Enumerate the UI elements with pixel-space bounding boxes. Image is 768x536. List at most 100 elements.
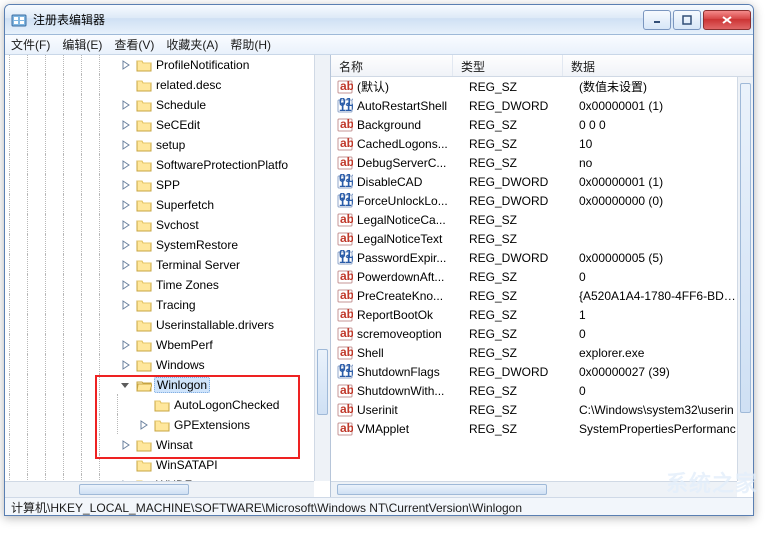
menu-help[interactable]: 帮助(H) bbox=[230, 36, 271, 53]
list-row[interactable]: Userinit REG_SZ C:\Windows\system32\user… bbox=[331, 400, 737, 419]
list-scroll-thumb-h[interactable] bbox=[337, 484, 547, 495]
tree-item[interactable]: Tracing bbox=[9, 295, 310, 315]
maximize-button[interactable] bbox=[673, 10, 701, 30]
value-name: VMApplet bbox=[357, 422, 469, 436]
tree-item[interactable]: related.desc bbox=[9, 75, 310, 95]
list-row[interactable]: AutoRestartShell REG_DWORD 0x00000001 (1… bbox=[331, 96, 737, 115]
tree-item-label: AutoLogonChecked bbox=[172, 398, 281, 412]
tree-item[interactable]: Time Zones bbox=[9, 275, 310, 295]
list-row[interactable]: DisableCAD REG_DWORD 0x00000001 (1) bbox=[331, 172, 737, 191]
list-row[interactable]: VMApplet REG_SZ SystemPropertiesPerforma… bbox=[331, 419, 737, 438]
menu-edit[interactable]: 编辑(E) bbox=[62, 36, 102, 53]
expander-icon[interactable] bbox=[120, 260, 131, 271]
list-row[interactable]: (默认) REG_SZ (数值未设置) bbox=[331, 77, 737, 96]
list-row[interactable]: CachedLogons... REG_SZ 10 bbox=[331, 134, 737, 153]
expander-icon[interactable] bbox=[120, 220, 131, 231]
list-body[interactable]: (默认) REG_SZ (数值未设置) AutoRestartShell REG… bbox=[331, 77, 737, 481]
value-type: REG_DWORD bbox=[469, 99, 579, 113]
tree-item[interactable]: WinSATAPI bbox=[9, 455, 310, 475]
value-data: 0 0 0 bbox=[579, 118, 737, 132]
titlebar[interactable]: 注册表编辑器 bbox=[5, 5, 753, 35]
tree-item[interactable]: Schedule bbox=[9, 95, 310, 115]
list-row[interactable]: PowerdownAft... REG_SZ 0 bbox=[331, 267, 737, 286]
list-row[interactable]: Shell REG_SZ explorer.exe bbox=[331, 343, 737, 362]
expander-icon[interactable] bbox=[120, 360, 131, 371]
expander-icon[interactable] bbox=[120, 140, 131, 151]
string-value-icon bbox=[337, 345, 353, 361]
tree-item[interactable]: ProfileNotification bbox=[9, 55, 310, 75]
expander-icon[interactable] bbox=[120, 180, 131, 191]
list-row[interactable]: scremoveoption REG_SZ 0 bbox=[331, 324, 737, 343]
folder-icon bbox=[136, 277, 152, 293]
column-type[interactable]: 类型 bbox=[453, 55, 563, 76]
tree[interactable]: ProfileNotification related.desc Schedul… bbox=[5, 55, 314, 481]
menu-file[interactable]: 文件(F) bbox=[11, 36, 50, 53]
column-data[interactable]: 数据 bbox=[563, 55, 753, 76]
tree-scroll-thumb-v[interactable] bbox=[317, 349, 328, 415]
list-row[interactable]: ShutdownWith... REG_SZ 0 bbox=[331, 381, 737, 400]
list-row[interactable]: LegalNoticeCa... REG_SZ bbox=[331, 210, 737, 229]
list-row[interactable]: DebugServerC... REG_SZ no bbox=[331, 153, 737, 172]
expander-icon[interactable] bbox=[120, 100, 131, 111]
tree-item[interactable]: AutoLogonChecked bbox=[9, 395, 310, 415]
tree-item[interactable]: SPP bbox=[9, 175, 310, 195]
tree-item-label: Schedule bbox=[154, 98, 208, 112]
value-type: REG_SZ bbox=[469, 232, 579, 246]
tree-item-label: Svchost bbox=[154, 218, 201, 232]
expander-icon[interactable] bbox=[138, 420, 149, 431]
expander-icon[interactable] bbox=[120, 240, 131, 251]
value-data: 0x00000001 (1) bbox=[579, 175, 737, 189]
string-value-icon bbox=[337, 117, 353, 133]
list-row[interactable]: LegalNoticeText REG_SZ bbox=[331, 229, 737, 248]
expander-icon[interactable] bbox=[120, 380, 131, 391]
list-row[interactable]: ForceUnlockLo... REG_DWORD 0x00000000 (0… bbox=[331, 191, 737, 210]
expander-icon bbox=[138, 400, 149, 411]
tree-item[interactable]: SoftwareProtectionPlatfo bbox=[9, 155, 310, 175]
value-data: 0x00000001 (1) bbox=[579, 99, 737, 113]
list-row[interactable]: PasswordExpir... REG_DWORD 0x00000005 (5… bbox=[331, 248, 737, 267]
string-value-icon bbox=[337, 421, 353, 437]
list-row[interactable]: ReportBootOk REG_SZ 1 bbox=[331, 305, 737, 324]
list-scroll-thumb-v[interactable] bbox=[740, 83, 751, 413]
tree-item[interactable]: GPExtensions bbox=[9, 415, 310, 435]
folder-icon bbox=[136, 337, 152, 353]
tree-scrollbar-horizontal[interactable] bbox=[5, 481, 314, 497]
list-scrollbar-horizontal[interactable] bbox=[331, 481, 737, 497]
expander-icon[interactable] bbox=[120, 440, 131, 451]
list-row[interactable]: Background REG_SZ 0 0 0 bbox=[331, 115, 737, 134]
tree-item-label: SoftwareProtectionPlatfo bbox=[154, 158, 290, 172]
menu-fav[interactable]: 收藏夹(A) bbox=[166, 36, 218, 53]
value-type: REG_DWORD bbox=[469, 175, 579, 189]
tree-item[interactable]: Svchost bbox=[9, 215, 310, 235]
tree-item[interactable]: Superfetch bbox=[9, 195, 310, 215]
list-row[interactable]: ShutdownFlags REG_DWORD 0x00000027 (39) bbox=[331, 362, 737, 381]
expander-icon[interactable] bbox=[120, 200, 131, 211]
tree-item[interactable]: SystemRestore bbox=[9, 235, 310, 255]
tree-item[interactable]: Winsat bbox=[9, 435, 310, 455]
value-name: (默认) bbox=[357, 78, 469, 95]
expander-icon[interactable] bbox=[120, 300, 131, 311]
menu-view[interactable]: 查看(V) bbox=[114, 36, 154, 53]
expander-icon[interactable] bbox=[120, 120, 131, 131]
tree-item[interactable]: Userinstallable.drivers bbox=[9, 315, 310, 335]
expander-icon[interactable] bbox=[120, 340, 131, 351]
tree-item-label: Tracing bbox=[154, 298, 198, 312]
close-button[interactable] bbox=[703, 10, 751, 30]
list-row[interactable]: PreCreateKno... REG_SZ {A520A1A4-1780-4F… bbox=[331, 286, 737, 305]
tree-item[interactable]: Windows bbox=[9, 355, 310, 375]
tree-item[interactable]: Winlogon bbox=[9, 375, 310, 395]
expander-icon[interactable] bbox=[120, 160, 131, 171]
column-name[interactable]: 名称 bbox=[331, 55, 453, 76]
tree-item[interactable]: SeCEdit bbox=[9, 115, 310, 135]
tree-scroll-thumb-h[interactable] bbox=[79, 484, 189, 495]
expander-icon[interactable] bbox=[120, 280, 131, 291]
tree-item[interactable]: WbemPerf bbox=[9, 335, 310, 355]
tree-item[interactable]: setup bbox=[9, 135, 310, 155]
expander-icon bbox=[120, 320, 131, 331]
tree-item-label: Time Zones bbox=[154, 278, 221, 292]
tree-item[interactable]: Terminal Server bbox=[9, 255, 310, 275]
minimize-button[interactable] bbox=[643, 10, 671, 30]
tree-scrollbar-vertical[interactable] bbox=[314, 55, 330, 481]
expander-icon[interactable] bbox=[120, 60, 131, 71]
list-scrollbar-vertical[interactable] bbox=[737, 77, 753, 481]
